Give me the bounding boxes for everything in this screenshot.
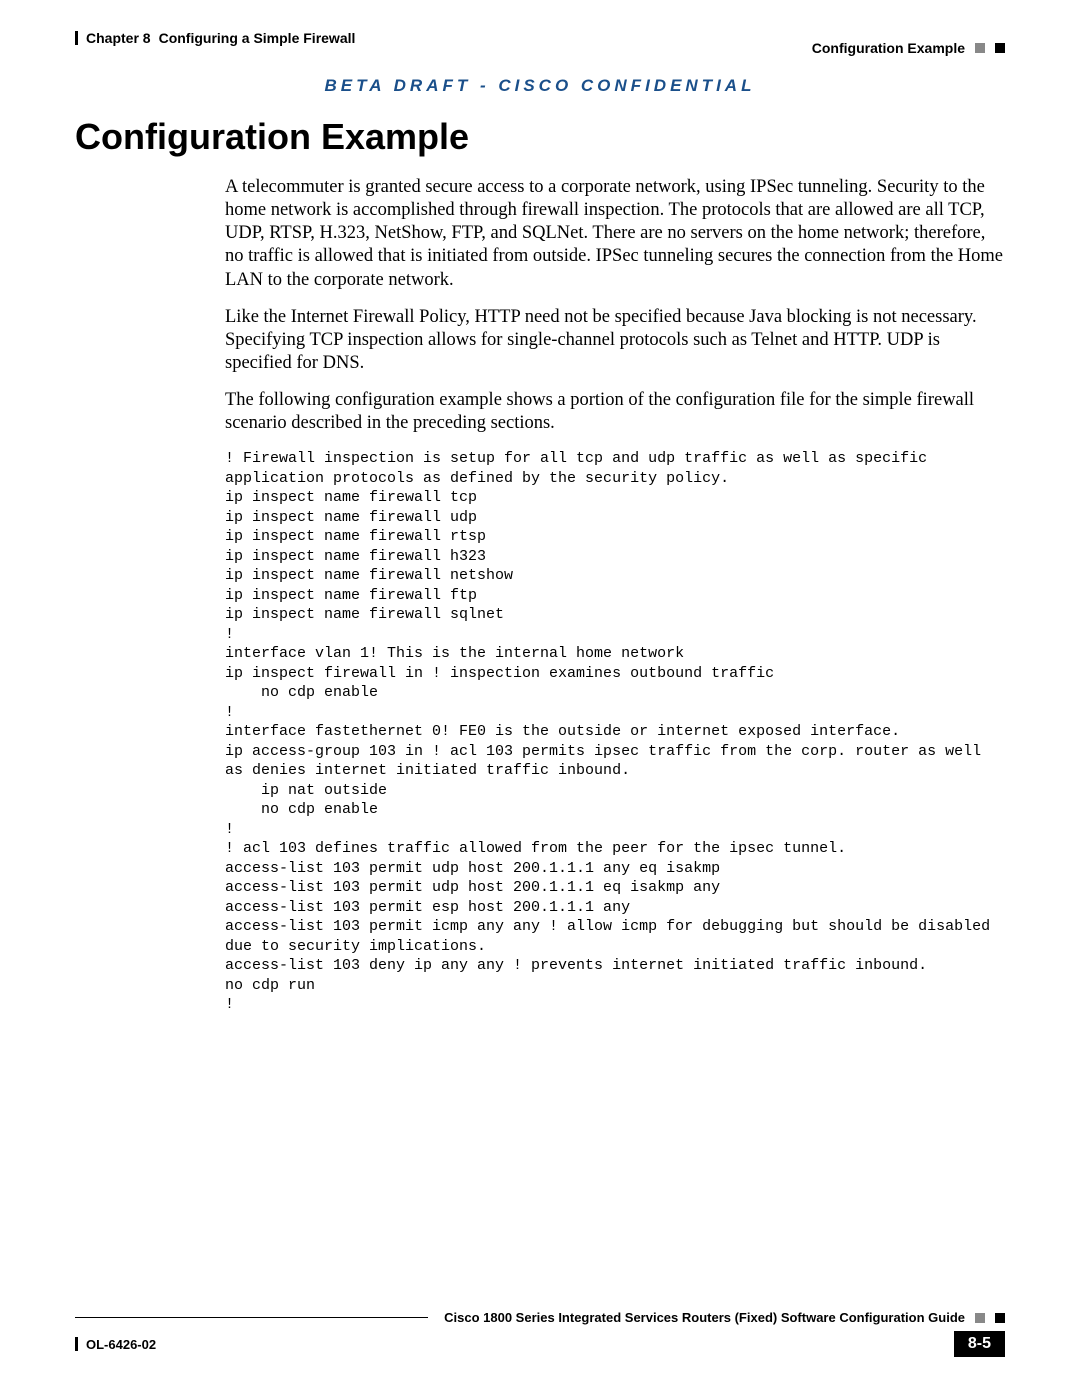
paragraph: The following configuration example show…	[225, 389, 1005, 435]
footer-rule-icon	[75, 1317, 428, 1318]
page-number: 8-5	[954, 1331, 1005, 1357]
footer-guide-line: Cisco 1800 Series Integrated Services Ro…	[75, 1310, 1005, 1327]
draft-notice: BETA DRAFT - CISCO CONFIDENTIAL	[75, 76, 1005, 96]
doc-id: OL-6426-02	[86, 1337, 156, 1352]
paragraph: Like the Internet Firewall Policy, HTTP …	[225, 306, 1005, 375]
paragraph: A telecommuter is granted secure access …	[225, 176, 1005, 292]
header-section: Configuration Example	[812, 40, 1005, 56]
page-title: Configuration Example	[75, 116, 1005, 158]
header-right: Configuration Example	[812, 30, 1005, 56]
footer-bottom: OL-6426-02 8-5	[75, 1331, 1005, 1357]
square-icon	[975, 43, 985, 53]
square-icon	[995, 43, 1005, 53]
page-header: Chapter 8 Configuring a Simple Firewall …	[75, 30, 1005, 58]
square-icon	[995, 1313, 1005, 1323]
footer-rule-icon	[75, 1337, 78, 1351]
header-rule-icon	[75, 31, 78, 45]
chapter-label: Chapter 8	[86, 30, 151, 46]
header-left: Chapter 8 Configuring a Simple Firewall	[75, 30, 355, 46]
footer-guide: Cisco 1800 Series Integrated Services Ro…	[444, 1310, 965, 1325]
code-block: ! Firewall inspection is setup for all t…	[225, 449, 1005, 1015]
page-footer: Cisco 1800 Series Integrated Services Ro…	[75, 1310, 1005, 1357]
footer-left: OL-6426-02	[75, 1337, 156, 1352]
chapter-title: Configuring a Simple Firewall	[159, 30, 356, 46]
square-icon	[975, 1313, 985, 1323]
section-title: Configuration Example	[812, 40, 965, 56]
body-text: A telecommuter is granted secure access …	[225, 176, 1005, 435]
